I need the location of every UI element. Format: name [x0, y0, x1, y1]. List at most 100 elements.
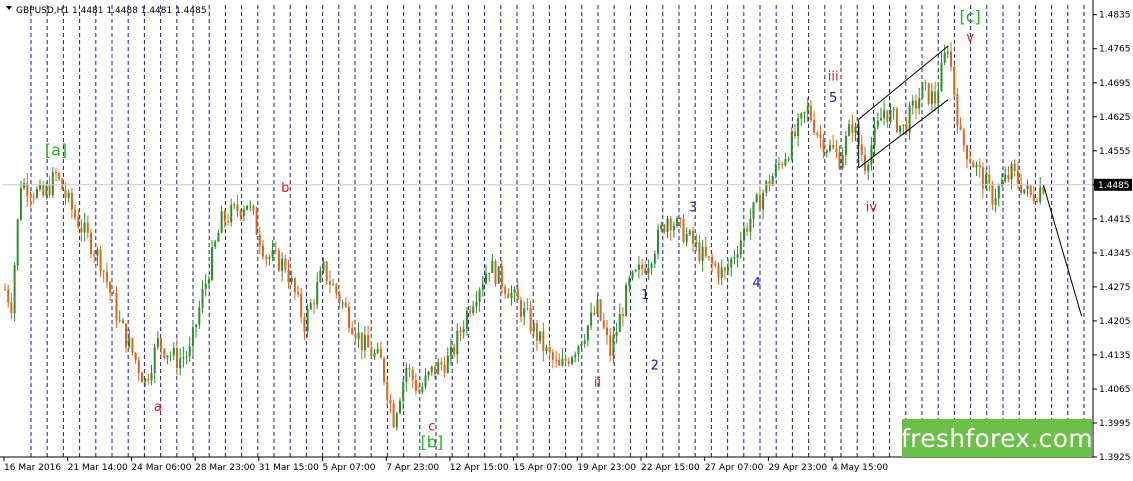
candle-body — [363, 335, 366, 351]
candle-body — [481, 283, 484, 290]
candle-body — [609, 335, 612, 356]
x-tick-label: 29 Apr 23:00 — [768, 463, 827, 473]
candle-body — [217, 232, 220, 242]
candle-body — [172, 348, 175, 356]
candle-body — [816, 132, 819, 135]
candle-body — [682, 219, 685, 242]
candle-body — [316, 282, 319, 305]
candle-body — [223, 211, 226, 222]
candle-body — [214, 241, 217, 247]
candle-body — [590, 312, 593, 326]
candle-body — [714, 263, 717, 266]
chart-background — [0, 0, 1133, 477]
candle-body — [660, 225, 663, 230]
candle-body — [13, 265, 16, 314]
candle-body — [188, 346, 191, 357]
wave-label: b — [281, 181, 289, 196]
x-tick-label: 16 Mar 2016 — [4, 463, 61, 473]
candle-body — [564, 358, 567, 362]
y-tick-label: 1.4555 — [1099, 147, 1131, 157]
candle-body — [596, 299, 599, 315]
candle-body — [1004, 174, 1007, 182]
candle-body — [19, 188, 22, 220]
candle-body — [851, 124, 854, 133]
candle-body — [860, 144, 863, 155]
candle-body — [647, 268, 650, 274]
candle-body — [446, 355, 449, 373]
candle-body — [246, 205, 249, 210]
candle-body — [838, 152, 841, 169]
candle-body — [306, 309, 309, 332]
candle-body — [236, 204, 239, 211]
candle-body — [258, 234, 261, 246]
x-tick-label: 7 Apr 23:00 — [386, 463, 439, 473]
candle-body — [465, 310, 468, 329]
candle-body — [440, 362, 443, 365]
candle-body — [7, 289, 10, 303]
wave-label: 2 — [651, 359, 659, 374]
candle-body — [488, 273, 491, 274]
candle-body — [937, 91, 940, 103]
candle-body — [300, 293, 303, 318]
candle-body — [580, 344, 583, 347]
x-tick-label: 15 Apr 07:00 — [514, 463, 573, 473]
candle-body — [962, 129, 965, 146]
candle-body — [707, 256, 710, 258]
candle-body — [749, 218, 752, 232]
wave-label: [b] — [420, 432, 443, 451]
candle-body — [399, 401, 401, 414]
candle-body — [424, 375, 427, 387]
candle-body — [981, 167, 984, 189]
candle-body — [383, 358, 385, 382]
candle-body — [701, 246, 704, 261]
candle-body — [153, 347, 156, 373]
candle-body — [586, 325, 589, 341]
candle-body — [988, 175, 991, 184]
candle-body — [1039, 187, 1042, 202]
candle-body — [386, 381, 389, 400]
price-chart[interactable]: [a] a b c [b] ii 1 2 3 4 5 iii iv v [c] 1.4835 1.4765 1.… — [0, 0, 1133, 477]
candle-body — [252, 205, 255, 211]
candle-body — [297, 292, 299, 294]
candle-body — [147, 379, 150, 381]
candle-body — [558, 359, 561, 366]
candle-body — [319, 270, 322, 283]
x-tick-label: 22 Apr 15:00 — [641, 463, 700, 473]
candle-body — [249, 205, 252, 207]
candle-body — [969, 159, 972, 163]
candle-body — [182, 357, 185, 359]
candle-body — [185, 356, 188, 358]
candle-body — [309, 303, 312, 310]
candle-body — [93, 254, 96, 256]
candle-body — [497, 266, 500, 284]
candle-body — [641, 264, 644, 269]
chart-canvas[interactable]: [a]abc[b]ii12345iiiivv[c] 1.48351.47651.… — [0, 0, 1133, 477]
candle-body — [743, 228, 745, 241]
y-tick-label: 1.4135 — [1099, 351, 1131, 361]
candle-body — [625, 285, 628, 316]
candle-body — [966, 145, 968, 160]
candle-body — [421, 386, 424, 393]
candle-body — [99, 249, 102, 271]
candle-body — [739, 240, 742, 255]
y-tick-label: 1.4625 — [1099, 113, 1131, 123]
x-tick-label: 12 Apr 15:00 — [450, 463, 509, 473]
candle-body — [574, 354, 577, 358]
candle-body — [10, 302, 13, 314]
y-tick-label: 1.4065 — [1099, 385, 1131, 395]
candle-body — [854, 126, 857, 133]
candle-body — [825, 150, 828, 153]
candle-body — [685, 234, 688, 242]
candle-body — [727, 267, 730, 271]
candle-body — [809, 105, 812, 121]
candle-body — [233, 204, 236, 206]
candle-body — [621, 314, 624, 316]
x-tick-label: 4 May 15:00 — [832, 463, 888, 473]
candle-body — [491, 261, 494, 273]
candle-body — [803, 112, 806, 114]
candle-body — [618, 314, 621, 333]
candle-body — [160, 338, 163, 349]
candle-body — [778, 163, 780, 165]
candle-body — [239, 210, 242, 216]
candle-body — [666, 218, 669, 232]
